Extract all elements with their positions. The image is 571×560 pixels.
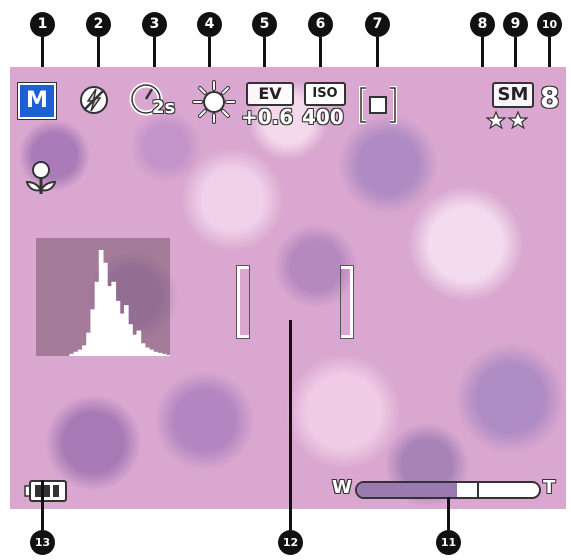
histogram <box>36 238 170 356</box>
lcd-screen: M 2s EV +0.6 ISO 400 SM 8 W T <box>10 67 566 509</box>
mode-label: M <box>26 88 48 113</box>
histogram-bar <box>123 305 129 356</box>
histogram-bar <box>82 345 87 356</box>
leader-line <box>41 480 44 530</box>
leader-line <box>447 497 450 530</box>
histogram-bar <box>136 330 142 356</box>
ev-value: +0.6 <box>241 105 294 129</box>
callout-8: 8 <box>470 12 495 37</box>
histogram-bar <box>115 300 121 356</box>
zoom-tele-label: T <box>543 477 556 498</box>
star-icon <box>485 110 507 130</box>
quality-stars <box>485 110 530 130</box>
histogram-bar <box>69 353 75 356</box>
callout-7: 7 <box>365 12 390 37</box>
callout-2: 2 <box>86 12 111 37</box>
histogram-bar <box>153 351 158 356</box>
callout-11: 11 <box>436 530 461 555</box>
histogram-bar <box>119 313 125 356</box>
callout-4: 4 <box>197 12 222 37</box>
self-timer-icon: 2s <box>128 81 184 121</box>
callout-5: 5 <box>252 12 277 37</box>
zoom-level-fill <box>357 483 458 497</box>
histogram-bar <box>157 352 163 356</box>
callout-13: 13 <box>30 530 55 555</box>
callout-6: 6 <box>308 12 333 37</box>
leader-line <box>289 320 292 530</box>
histogram-bar <box>90 309 96 356</box>
histogram-bar <box>165 354 170 356</box>
histogram-bar <box>128 324 133 356</box>
callout-10: 10 <box>537 12 562 37</box>
histogram-bar <box>144 347 150 356</box>
shots-remaining: 8 <box>540 81 560 114</box>
iso-value: 400 <box>302 105 344 129</box>
flash-off-icon <box>78 84 110 116</box>
callout-9: 9 <box>503 12 528 37</box>
metering-icon <box>358 85 398 125</box>
histogram-bar <box>77 349 83 356</box>
iso-badge: ISO <box>304 82 346 106</box>
star-icon <box>507 110 529 130</box>
callout-12: 12 <box>278 530 303 555</box>
focus-frame-right <box>341 266 353 338</box>
histogram-bar <box>111 281 117 356</box>
self-timer-delay: 2s <box>152 97 176 118</box>
resolution-badge: SM <box>492 82 534 108</box>
callout-3: 3 <box>142 12 167 37</box>
histogram-bar <box>107 286 112 356</box>
zoom-wide-label: W <box>332 477 352 498</box>
histogram-bar <box>132 334 137 356</box>
focus-frame-left <box>237 266 249 338</box>
ev-badge: EV <box>246 82 294 106</box>
callout-1: 1 <box>30 12 55 37</box>
histogram-bar <box>103 262 108 356</box>
histogram-bar <box>94 281 100 356</box>
histogram-bar <box>149 349 154 356</box>
histogram-bar <box>140 343 146 356</box>
histogram-bar <box>161 353 167 356</box>
sun-icon <box>192 80 236 124</box>
zoom-optical-digital-divider <box>477 483 480 497</box>
camera-mode-icon: M <box>18 83 56 119</box>
battery-icon <box>24 479 68 503</box>
histogram-bar <box>86 332 91 356</box>
histogram-bar <box>73 351 79 356</box>
flower-macro-icon <box>24 158 58 198</box>
histogram-bar <box>98 250 104 356</box>
